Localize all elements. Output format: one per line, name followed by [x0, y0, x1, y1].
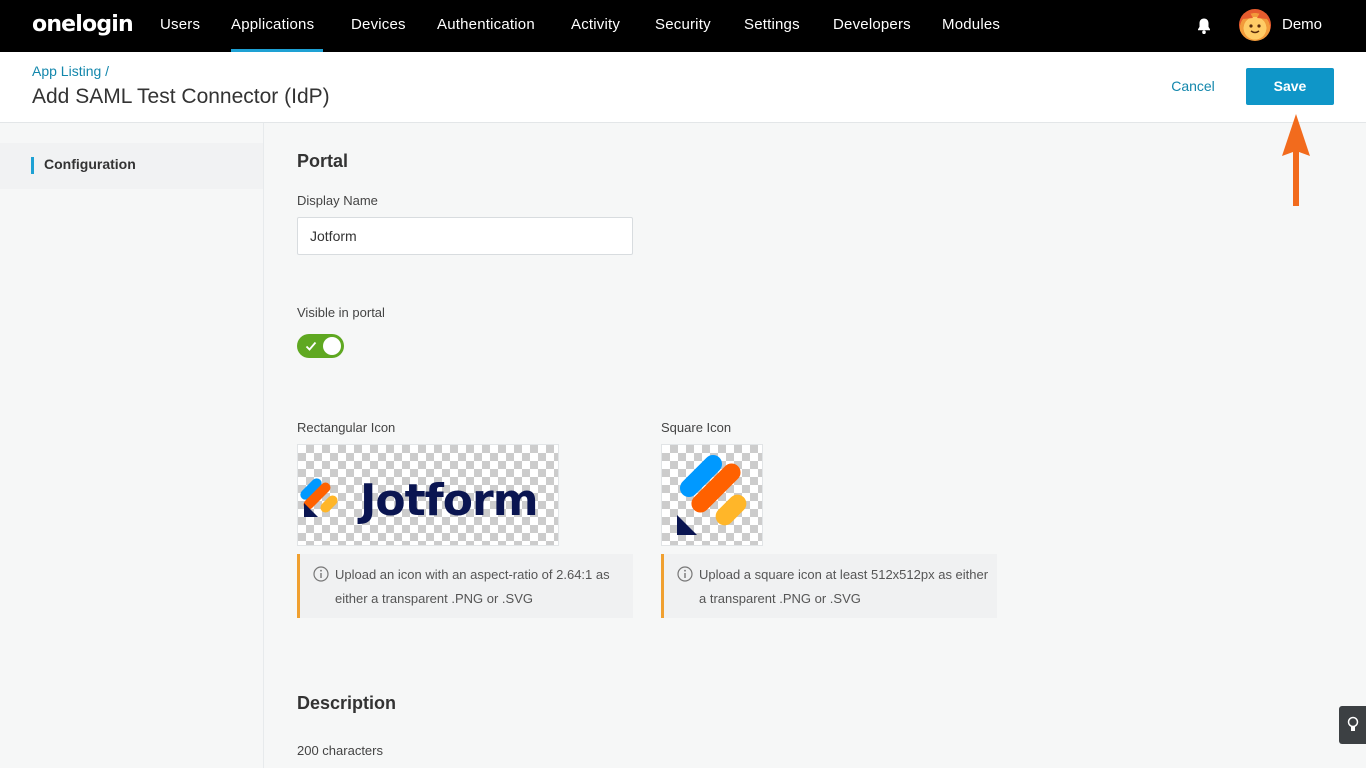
save-button[interactable]: Save	[1246, 68, 1334, 105]
nav-developers[interactable]: Developers	[833, 0, 911, 52]
onelogin-logo[interactable]: onelogin	[32, 12, 134, 37]
rectangular-icon-upload[interactable]: Jotform	[297, 444, 559, 546]
visible-in-portal-label: Visible in portal	[297, 305, 385, 320]
info-text: Upload a square icon at least 512x512px …	[699, 567, 989, 606]
rectangular-icon-info: Upload an icon with an aspect-ratio of 2…	[297, 554, 633, 618]
visible-in-portal-toggle[interactable]	[297, 334, 344, 358]
square-icon-info: Upload a square icon at least 512x512px …	[661, 554, 997, 618]
user-name[interactable]: Demo	[1282, 0, 1322, 50]
svg-text:Jotform: Jotform	[357, 475, 538, 526]
tips-button[interactable]	[1339, 706, 1366, 744]
nav-activity[interactable]: Activity	[571, 0, 620, 52]
check-icon	[305, 341, 317, 351]
sidebar-item-label: Configuration	[44, 156, 136, 172]
nav-authentication[interactable]: Authentication	[437, 0, 535, 52]
sidebar: Configuration	[0, 123, 264, 768]
info-icon	[677, 566, 693, 582]
main-content: Portal Display Name Visible in portal Re…	[265, 123, 1366, 768]
breadcrumb[interactable]: App Listing /	[32, 63, 109, 79]
top-nav: onelogin Users Applications Devices Auth…	[0, 0, 1366, 52]
nav-applications[interactable]: Applications	[231, 0, 323, 52]
nav-devices[interactable]: Devices	[351, 0, 406, 52]
square-icon-upload[interactable]	[661, 444, 763, 546]
active-indicator	[31, 157, 34, 174]
sidebar-item-configuration[interactable]: Configuration	[0, 143, 263, 189]
avatar-face-icon	[1243, 11, 1267, 34]
nav-settings[interactable]: Settings	[744, 0, 800, 52]
toggle-knob	[323, 337, 341, 355]
rectangular-icon-label: Rectangular Icon	[297, 420, 396, 435]
description-char-count: 200 characters	[297, 743, 383, 758]
display-name-label: Display Name	[297, 193, 378, 208]
avatar[interactable]	[1239, 9, 1271, 41]
bell-icon[interactable]	[1196, 17, 1212, 35]
jotform-logo-icon: Jotform	[300, 475, 539, 526]
page-header: App Listing / Add SAML Test Connector (I…	[0, 52, 1366, 123]
info-icon	[313, 566, 329, 582]
info-text: Upload an icon with an aspect-ratio of 2…	[335, 567, 610, 606]
nav-modules[interactable]: Modules	[942, 0, 1000, 52]
section-title-description: Description	[297, 693, 397, 713]
nav-security[interactable]: Security	[655, 0, 711, 52]
square-icon-label: Square Icon	[661, 420, 732, 435]
display-name-input[interactable]	[297, 217, 633, 255]
nav-users[interactable]: Users	[160, 0, 200, 52]
jotform-mark-icon	[677, 454, 747, 535]
section-title-portal: Portal	[297, 151, 349, 171]
lightbulb-icon	[1347, 716, 1359, 731]
page-title: Add SAML Test Connector (IdP)	[32, 85, 330, 108]
cancel-button[interactable]: Cancel	[1160, 68, 1226, 104]
